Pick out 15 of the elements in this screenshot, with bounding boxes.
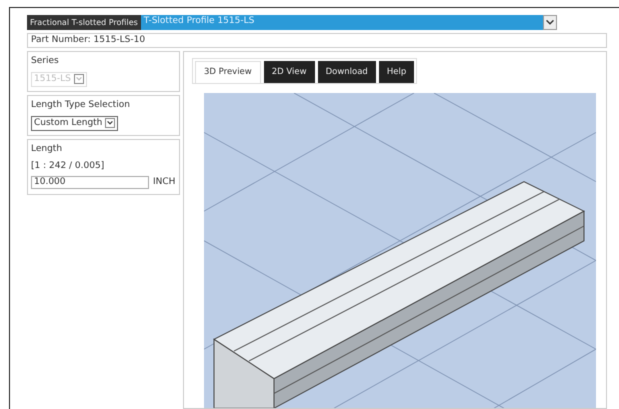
tab[interactable]: Help <box>378 61 414 83</box>
unit-label: INCH <box>153 176 176 189</box>
profile-label: Fractional T-slotted Profiles <box>27 15 141 30</box>
length-label: Length <box>31 143 64 156</box>
length-type-label: Length Type Selection <box>31 99 131 112</box>
tab[interactable]: 3D Preview <box>195 61 261 83</box>
tab[interactable]: Download <box>318 61 376 83</box>
length-range: [1 : 242 / 0.005] <box>31 160 106 172</box>
part-number: Part Number: 1515-LS-10 <box>27 33 607 48</box>
caret-icon <box>105 118 116 128</box>
series-label: Series <box>31 55 60 68</box>
caret-icon <box>74 74 84 84</box>
tab[interactable]: 2D View <box>264 61 315 83</box>
length-input[interactable]: 10.000 <box>31 176 149 190</box>
length-type-select[interactable]: Custom Length <box>31 116 118 131</box>
